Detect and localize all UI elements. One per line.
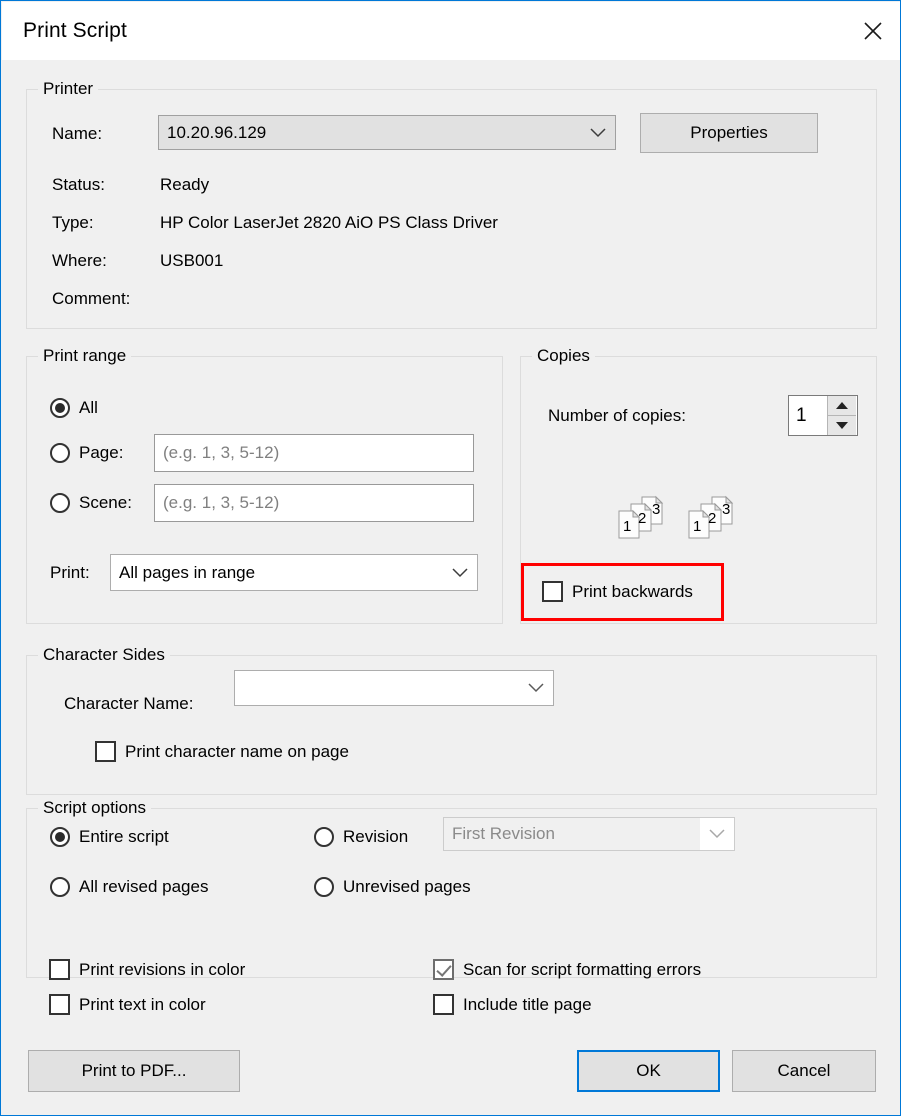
spinner-increment-button[interactable] (828, 396, 856, 416)
copies-value[interactable]: 1 (789, 396, 827, 435)
printer-status-label: Status: (52, 175, 105, 194)
printer-status-value: Ready (160, 175, 210, 194)
radio-indicator (50, 877, 70, 897)
character-name-combobox[interactable] (234, 670, 554, 706)
page-number: 2 (638, 510, 647, 527)
checkbox-label: Include title page (463, 994, 592, 1014)
radio-indicator (50, 827, 70, 847)
print-mode-combobox[interactable]: All pages in range (110, 554, 478, 591)
radio-print-range-all[interactable]: All (50, 398, 98, 418)
printer-name-value: 10.20.96.129 (167, 122, 267, 142)
page-stack-2: 1 2 3 (684, 494, 742, 540)
triangle-up-icon (836, 402, 848, 409)
print-range-group-title: Print range (38, 346, 132, 366)
checkbox-print-backwards[interactable]: Print backwards (542, 581, 693, 602)
print-to-pdf-button[interactable]: Print to PDF... (28, 1050, 240, 1092)
printer-type-label: Type: (52, 213, 94, 232)
radio-indicator (50, 493, 70, 513)
cancel-button[interactable]: Cancel (732, 1050, 876, 1092)
printer-name-label: Name: (52, 124, 103, 143)
chevron-down-icon (581, 127, 615, 138)
page-number: 2 (708, 510, 717, 527)
radio-entire-script[interactable]: Entire script (50, 827, 169, 847)
radio-print-range-page[interactable]: Page: (50, 443, 123, 463)
checkbox-print-revisions-in-color[interactable]: Print revisions in color (49, 959, 245, 980)
printer-comment-label: Comment: (52, 289, 131, 308)
revision-combobox[interactable]: First Revision (443, 817, 735, 851)
properties-button[interactable]: Properties (640, 113, 818, 153)
collate-pages-icon: 1 2 3 1 2 3 (614, 494, 742, 540)
print-mode-label: Print: (50, 563, 90, 582)
scene-range-input[interactable]: (e.g. 1, 3, 5-12) (154, 484, 474, 522)
radio-indicator (314, 877, 334, 897)
number-of-copies-label: Number of copies: (548, 406, 686, 425)
copies-spinner[interactable]: 1 (788, 395, 858, 436)
chevron-down-icon (700, 829, 734, 839)
page-number: 1 (693, 518, 702, 535)
checkbox-label: Print backwards (572, 581, 693, 601)
radio-unrevised-pages[interactable]: Unrevised pages (314, 877, 471, 897)
radio-label: Unrevised pages (343, 877, 471, 896)
scene-range-placeholder: (e.g. 1, 3, 5-12) (163, 493, 280, 512)
checkbox-label: Print revisions in color (79, 959, 246, 979)
close-button[interactable] (845, 3, 900, 60)
page-number: 3 (652, 501, 661, 518)
page-stack-1: 1 2 3 (614, 494, 672, 540)
chevron-down-icon (519, 683, 553, 693)
spinner-buttons (827, 396, 856, 435)
radio-label: Page: (79, 443, 124, 462)
radio-indicator (314, 827, 334, 847)
checkbox-include-title-page[interactable]: Include title page (433, 994, 592, 1015)
checkbox-label: Print text in color (79, 994, 206, 1014)
checkbox-indicator (49, 959, 70, 980)
printer-name-combobox[interactable]: 10.20.96.129 (158, 115, 616, 150)
checkbox-print-character-name[interactable]: Print character name on page (95, 741, 349, 762)
page-number: 1 (623, 518, 632, 535)
title-bar: Print Script (2, 2, 900, 60)
printer-where-value: USB001 (160, 251, 224, 270)
radio-label: All (79, 398, 98, 417)
printer-group-title: Printer (38, 79, 99, 99)
checkbox-label: Print character name on page (125, 741, 349, 761)
checkbox-label: Scan for script formatting errors (463, 959, 702, 979)
close-icon (864, 22, 882, 40)
window-title: Print Script (23, 19, 127, 42)
triangle-down-icon (836, 422, 848, 429)
checkbox-indicator (49, 994, 70, 1015)
radio-label: Scene: (79, 493, 132, 512)
checkbox-indicator (433, 994, 454, 1015)
copies-group-title: Copies (532, 346, 595, 366)
revision-value: First Revision (444, 818, 700, 850)
radio-label: Entire script (79, 827, 169, 846)
radio-all-revised-pages[interactable]: All revised pages (50, 877, 208, 897)
page-range-input[interactable]: (e.g. 1, 3, 5-12) (154, 434, 474, 472)
ok-button[interactable]: OK (577, 1050, 720, 1092)
radio-revision[interactable]: Revision (314, 827, 408, 847)
page-number: 3 (722, 501, 731, 518)
print-mode-value: All pages in range (119, 562, 256, 582)
radio-indicator (50, 398, 70, 418)
printer-where-label: Where: (52, 251, 107, 270)
checkbox-indicator (95, 741, 116, 762)
radio-indicator (50, 443, 70, 463)
checkbox-indicator (542, 581, 563, 602)
script-options-group-title: Script options (38, 798, 151, 818)
checkbox-indicator (433, 959, 454, 980)
spinner-decrement-button[interactable] (828, 416, 856, 435)
character-name-label: Character Name: (64, 694, 194, 713)
chevron-down-icon (443, 567, 477, 578)
dialog-body: Printer Name: 10.20.96.129 Properties St… (2, 60, 900, 1115)
character-sides-group-title: Character Sides (38, 645, 170, 665)
checkbox-scan-for-errors[interactable]: Scan for script formatting errors (433, 959, 701, 980)
print-script-dialog: Print Script Printer Name: 10.20.96.129 … (0, 0, 901, 1116)
radio-label: All revised pages (79, 877, 209, 896)
page-range-placeholder: (e.g. 1, 3, 5-12) (163, 443, 280, 462)
radio-print-range-scene[interactable]: Scene: (50, 493, 132, 513)
printer-type-value: HP Color LaserJet 2820 AiO PS Class Driv… (160, 213, 498, 232)
checkbox-print-text-in-color[interactable]: Print text in color (49, 994, 206, 1015)
radio-label: Revision (343, 827, 409, 846)
